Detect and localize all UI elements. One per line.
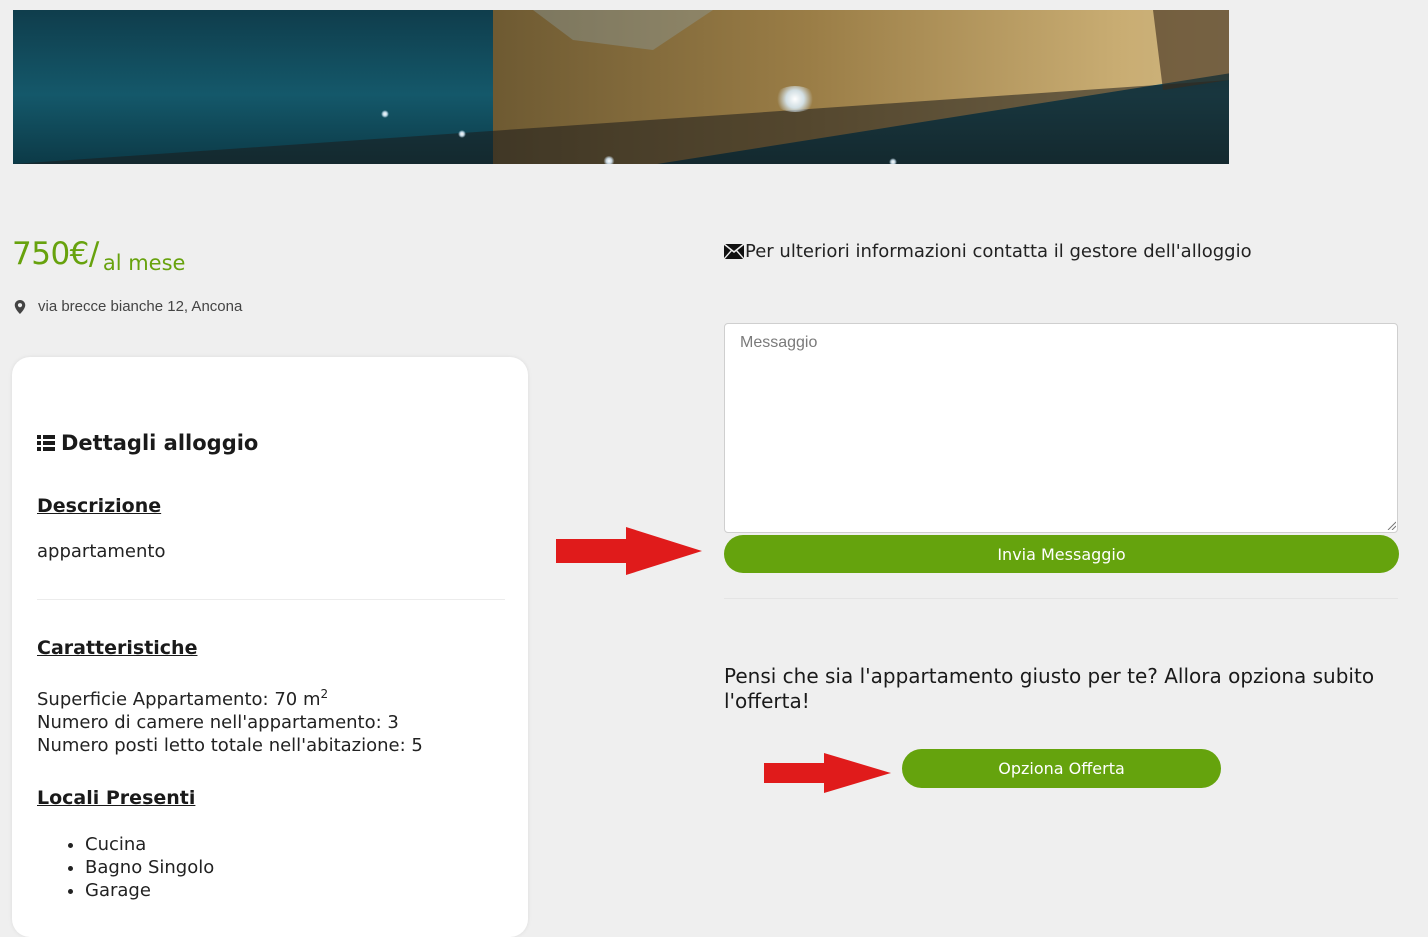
envelope-icon: [724, 244, 744, 259]
photo-pool-edge: [13, 10, 1229, 164]
address-text: via brecce bianche 12, Ancona: [38, 298, 243, 315]
photo-pool-light: [603, 156, 615, 164]
description-value: appartamento: [37, 541, 166, 562]
details-divider: [37, 599, 505, 600]
details-title: Dettagli alloggio: [37, 431, 258, 455]
description-heading: Descrizione: [37, 495, 162, 517]
premises-list: Cucina Bagno Singolo Garage: [37, 833, 214, 902]
details-title-text: Dettagli alloggio: [61, 431, 259, 455]
list-item: Bagno Singolo: [85, 856, 214, 879]
resize-handle[interactable]: [1386, 520, 1396, 530]
arrow-right-icon: [764, 753, 891, 793]
send-message-button[interactable]: Invia Messaggio: [724, 535, 1399, 573]
address: via brecce bianche 12, Ancona: [14, 298, 242, 315]
surface-text: Superficie Appartamento: 70 m: [37, 689, 321, 710]
list-item: Cucina: [85, 833, 214, 856]
premises-heading: Locali Presenti: [37, 787, 196, 809]
surface-unit-sup: 2: [320, 687, 329, 701]
photo-pool-light: [889, 158, 897, 164]
price: 750€/al mese: [12, 236, 186, 275]
surface-line: Superficie Appartamento: 70 m2: [37, 683, 423, 711]
list-item: Garage: [85, 879, 214, 902]
photo-pool-light: [458, 130, 466, 138]
option-offer-button[interactable]: Opziona Offerta: [902, 749, 1221, 788]
arrow-right-icon: [556, 527, 702, 575]
price-amount: 750€/: [12, 236, 99, 272]
list-icon: [37, 435, 55, 451]
beds-line: Numero posti letto totale nell'abitazion…: [37, 735, 423, 756]
features-list: Superficie Appartamento: 70 m2 Numero di…: [37, 683, 423, 757]
details-card: Dettagli alloggio Descrizione appartamen…: [12, 357, 528, 937]
map-pin-icon: [14, 299, 26, 314]
price-unit: al mese: [102, 251, 186, 275]
offer-question: Pensi che sia l'appartamento giusto per …: [724, 664, 1375, 713]
message-textarea[interactable]: [724, 323, 1398, 533]
features-heading: Caratteristiche: [37, 637, 198, 659]
contact-text: Per ulteriori informazioni contatta il g…: [745, 241, 1252, 262]
rooms-line: Numero di camere nell'appartamento: 3: [37, 712, 399, 733]
contact-info: Per ulteriori informazioni contatta il g…: [724, 241, 1252, 262]
photo-pool-light: [381, 110, 389, 118]
photo-pool-light: [773, 86, 817, 112]
property-photo: [13, 10, 1229, 164]
contact-divider: [724, 598, 1398, 599]
